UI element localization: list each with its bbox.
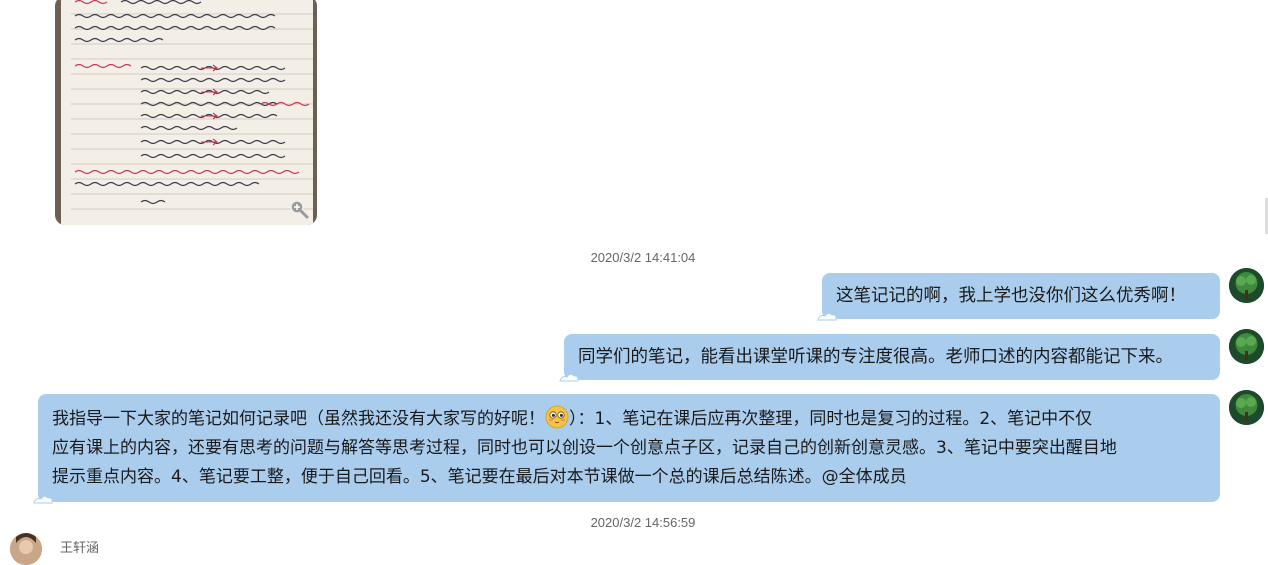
bubble-tail [559, 373, 579, 382]
tree-icon [1229, 390, 1264, 425]
message-text: 这笔记记的啊，我上学也没你们这么优秀啊！ [836, 286, 1186, 306]
message-timestamp: 2020/3/2 14:41:04 [590, 250, 696, 265]
avatar[interactable] [10, 533, 42, 565]
shared-image-notes[interactable] [55, 0, 317, 225]
blushing-face-icon [545, 405, 569, 429]
message-bubble[interactable]: 这笔记记的啊，我上学也没你们这么优秀啊！ [817, 273, 1220, 321]
bubble-tail [33, 495, 53, 504]
avatar[interactable] [1229, 329, 1264, 364]
message-bubble[interactable]: 同学们的笔记，能看出课堂听课的专注度很高。老师口述的内容都能记下来。 [559, 334, 1220, 382]
message-text: 同学们的笔记，能看出课堂听课的专注度很高。老师口述的内容都能记下来。 [578, 347, 1173, 367]
avatar[interactable] [1229, 390, 1264, 425]
message-text-line: 应有课上的内容，还要有思考的问题与解答等思考过程，同时也可以创设一个创意点子区，… [52, 438, 1117, 458]
magnify-plus-icon[interactable] [289, 199, 309, 219]
message-bubble[interactable]: 我指导一下大家的笔记如何记录吧（虽然我还没有大家写的好呢！ ）：1、笔记在课后应… [33, 394, 1220, 504]
tree-icon [1229, 268, 1264, 303]
sender-name: 王轩涵 [60, 541, 100, 556]
avatar[interactable] [1229, 268, 1264, 303]
tree-icon [1229, 329, 1264, 364]
message-timestamp: 2020/3/2 14:56:59 [590, 515, 696, 530]
message-text-line: 我指导一下大家的笔记如何记录吧（虽然我还没有大家写的好呢！ ）：1、笔记在课后应… [52, 405, 1210, 434]
notes-photo [61, 0, 313, 225]
message-text-line: 提示重点内容。4、笔记要工整，便于自己回看。5、笔记要在最后对本节课做一个总的课… [52, 467, 907, 487]
bubble-tail [817, 312, 837, 321]
person-photo-icon [10, 533, 42, 565]
